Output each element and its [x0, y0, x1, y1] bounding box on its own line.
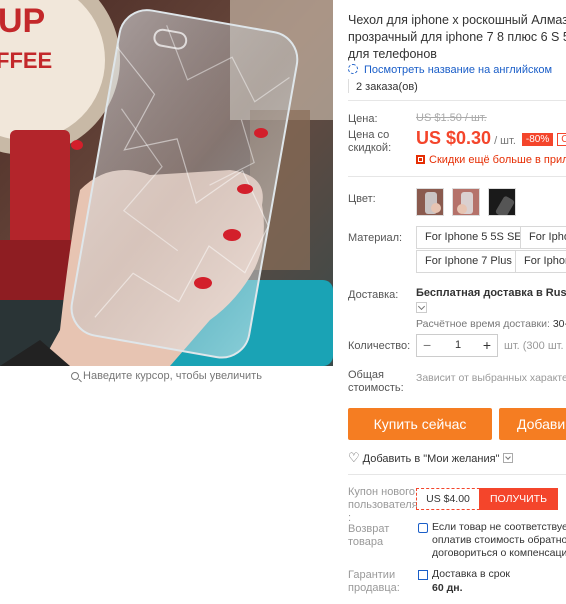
title-line-2: прозрачный для iphone 7 8 плюс 6 S 5: [348, 30, 566, 44]
returns-label: Возврат товара: [348, 523, 389, 549]
total-label: Общая стоимость:: [348, 369, 404, 395]
material-option[interactable]: For Iphone 7 Plus: [416, 250, 521, 273]
coupon-label-line-1: Купон нового: [348, 486, 416, 498]
quantity-label: Количество:: [348, 340, 411, 352]
total-label-line-1: Общая: [348, 369, 384, 381]
discount-label-line-2: скидкой:: [348, 142, 392, 154]
return-policy-icon: [418, 523, 428, 533]
discount-price-label: Цена со скидкой:: [348, 129, 391, 155]
discount-price: US $0.30/ шт. -80% С: [416, 128, 566, 149]
new-user-coupon: US $4.00 ПОЛУЧИТЬ: [416, 488, 558, 510]
color-label: Цвет:: [348, 193, 376, 205]
delivery-time-label: Расчётное время доставки:: [416, 318, 550, 330]
buy-now-button[interactable]: Купить сейчас: [348, 408, 492, 440]
zoom-hint-text: Наведите курсор, чтобы увеличить: [83, 370, 262, 382]
material-label: Материал:: [348, 232, 403, 244]
total-label-line-2: стоимость:: [348, 382, 404, 394]
coupon-value: US $4.00: [426, 493, 470, 505]
delivery-guarantee-icon: [418, 570, 428, 580]
quantity-stepper[interactable]: 1 − +: [416, 334, 498, 357]
orders-text: 2 заказа(ов): [356, 81, 418, 93]
heart-icon: ♡: [348, 450, 360, 465]
color-swatch-2[interactable]: [452, 188, 480, 216]
material-option[interactable]: For Iphon: [520, 226, 566, 249]
zoom-hint: Наведите курсор, чтобы увеличить: [0, 370, 333, 382]
guarantee-label-line-1: Гарантии: [348, 569, 396, 581]
color-swatch-1[interactable]: [416, 188, 444, 216]
old-price: US $1.50 / шт.: [416, 112, 487, 124]
returns-text-line-2: оплатив стоимость обратной: [432, 534, 566, 546]
divider: [348, 474, 566, 475]
delivery-time-value: 30-5: [552, 318, 566, 330]
discount-badge: -80%: [521, 133, 554, 146]
shipping-dropdown-icon[interactable]: [416, 302, 427, 313]
app-deal-link[interactable]: Скидки ещё больше в прилож: [416, 154, 566, 166]
new-price-value: US $0.30: [416, 128, 492, 148]
returns-text-line-1: Если товар не соответствует с: [432, 521, 566, 533]
shipping-method[interactable]: Бесплатная доставка в Russian: [416, 287, 566, 299]
wishlist-text: Добавить в "Мои желания": [362, 453, 500, 465]
translate-title-link[interactable]: Посмотреть название на английском: [348, 64, 552, 76]
coupon-label: Купон нового пользователя :: [348, 486, 418, 525]
material-option[interactable]: For Iphon: [515, 250, 566, 273]
app-deal-text: Скидки ещё больше в прилож: [429, 154, 566, 166]
divider: [348, 176, 566, 177]
delivery-time: Расчётное время доставки: 30-5: [416, 318, 566, 330]
guarantee-days: 60 дн.: [432, 582, 463, 594]
get-coupon-button[interactable]: ПОЛУЧИТЬ: [479, 488, 558, 510]
guarantee-text: Доставка в срок: [432, 568, 511, 580]
translate-link-text: Посмотреть название на английском: [364, 64, 553, 76]
quantity-available: шт. (300 шт. –: [504, 340, 566, 352]
returns-text-line-3: договориться о компенсаци: [432, 547, 566, 559]
product-info-panel: Чехол для iphone x роскошный Алмазн проз…: [348, 0, 566, 604]
discount-label-line-1: Цена со: [348, 129, 390, 141]
material-option[interactable]: For Iphone 5 5S SE: [416, 226, 531, 249]
add-to-cart-button[interactable]: Добави: [499, 408, 566, 440]
qr-code-icon: [416, 155, 425, 164]
product-main-image[interactable]: UP FFEE: [0, 0, 333, 366]
product-title: Чехол для iphone x роскошный Алмазн проз…: [348, 12, 566, 63]
price-unit: / шт.: [494, 135, 516, 147]
title-line-3: для телефонов: [348, 47, 437, 61]
translate-icon: [348, 64, 358, 74]
chevron-down-icon[interactable]: [503, 453, 514, 463]
quantity-minus-button[interactable]: −: [423, 335, 431, 356]
returns-text: Если товар не соответствует с оплатив ст…: [432, 521, 566, 560]
extra-badge: С: [557, 133, 566, 146]
price-label: Цена:: [348, 113, 378, 125]
sign-text-2: FFEE: [0, 48, 52, 73]
sign-text: UP: [0, 2, 45, 40]
returns-label-line-1: Возврат: [348, 523, 390, 535]
quantity-plus-button[interactable]: +: [483, 335, 491, 356]
color-swatch-3[interactable]: [488, 188, 516, 216]
title-line-1: Чехол для iphone x роскошный Алмазн: [348, 13, 566, 27]
coupon-label-line-2: пользователя: [348, 499, 418, 511]
total-value: Зависит от выбранных характер: [416, 372, 566, 384]
guarantee-label-line-2: продавца:: [348, 582, 400, 594]
guarantee-label: Гарантии продавца:: [348, 569, 400, 595]
orders-count: 2 заказа(ов): [348, 79, 418, 93]
returns-label-line-2: товара: [348, 536, 384, 548]
shipping-label: Доставка:: [348, 289, 399, 301]
magnifier-icon: [71, 372, 80, 380]
divider: [348, 100, 566, 101]
add-to-wishlist[interactable]: ♡ Добавить в "Мои желания": [348, 450, 514, 466]
